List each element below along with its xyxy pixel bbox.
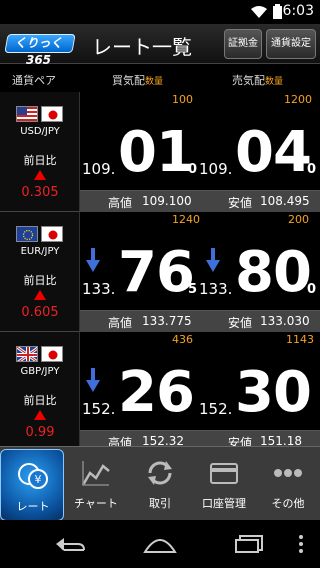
ask-price[interactable]: 30 [235,360,312,425]
quote-cell: 100 1200 109. 01 0 109. 04 0 高値 109.100 … [80,92,320,212]
pair-label: USD/JPY [20,126,60,137]
high-value: 133.775 [142,314,192,328]
margin-button[interactable]: 証拠金 [224,29,262,59]
bid-qty: 100 [172,93,193,106]
ask-price[interactable]: 80 [235,240,312,305]
up-triangle-icon [34,170,46,180]
high-low-bar: 高値 109.100 安値 108.495 [80,190,320,212]
app-logo: くりっく365 [4,34,76,67]
down-arrow-icon [86,368,100,392]
prev-day-change: 0.605 [21,305,59,320]
ask-qty: 200 [288,213,309,226]
high-label: 高値 [108,196,133,210]
tab-label: 口座管理 [202,497,246,510]
high-label: 高値 [108,316,133,330]
low-label: 安値 [228,316,253,330]
tab-label: 取引 [149,497,171,510]
jp-flag-icon [41,226,63,242]
up-triangle-icon [34,410,46,420]
currency-settings-button[interactable]: 通貨設定 [266,29,316,59]
status-time: 16:03 [273,3,314,19]
jp-flag-icon [41,346,63,362]
ask-suffix: 0 [307,162,317,177]
status-bar: 16:03 [0,0,320,24]
android-nav-bar [0,520,320,568]
pair-label: EUR/JPY [20,246,60,257]
ask-qty: 1200 [284,93,312,106]
ask-suffix: 0 [307,282,317,297]
eu-flag-icon [16,226,38,242]
low-value: 108.495 [260,194,310,208]
prev-day-label: 前日比 [23,274,57,287]
tab-account[interactable]: 口座管理 [192,447,256,521]
tab-chart[interactable]: チャート [64,447,128,521]
bid-suffix: 0 [188,162,198,177]
tab-other[interactable]: その他 [256,447,320,521]
app-header: くりっく365 レート一覧 証拠金 通貨設定 [0,24,320,67]
chart-icon [81,461,110,486]
low-value: 133.030 [260,314,310,328]
pair-label: GBP/JPY [20,366,60,377]
rate-row-eurjpy[interactable]: EUR/JPY 前日比 0.605 1240 200 133. 76 5 133… [0,212,320,332]
prev-day-change: 0.305 [21,185,59,200]
back-icon[interactable] [54,534,88,554]
recent-apps-icon[interactable] [234,534,264,554]
home-icon[interactable] [143,534,177,554]
low-label: 安値 [228,196,253,210]
ask-qty: 1143 [286,333,314,346]
bid-price[interactable]: 76 [118,240,195,305]
tab-label: レート [16,500,50,513]
pair-cell: GBP/JPY 前日比 0.99 [0,332,80,452]
ask-prefix: 152. [199,400,233,418]
tab-label: その他 [271,497,305,510]
bid-qty: 1240 [172,213,200,226]
uk-flag-icon [16,346,38,362]
bid-prefix: 133. [82,280,116,298]
ask-price[interactable]: 04 [235,120,312,185]
up-triangle-icon [34,290,46,300]
down-arrow-icon [86,248,100,272]
quote-cell: 436 1143 152. 26 152. 30 高値 152.32 安値 15… [80,332,320,452]
bottom-tab-bar: ¥ レート チャート 取引 口座管理 その他 [0,446,320,521]
yen-coins-icon: ¥ [18,463,48,489]
prev-day-change: 0.99 [25,425,55,440]
prev-day-label: 前日比 [23,394,57,407]
high-low-bar: 高値 133.775 安値 133.030 [80,310,320,332]
bid-suffix: 5 [188,282,198,297]
col-bid: 買気配数量 [112,74,164,87]
jp-flag-icon [41,106,63,122]
ask-prefix: 133. [199,280,233,298]
page-title: レート一覧 [92,35,192,59]
bid-price[interactable]: 26 [118,360,195,425]
col-ask: 売気配数量 [232,74,284,87]
tab-label: チャート [74,497,118,510]
bid-qty: 436 [172,333,193,346]
quote-cell: 1240 200 133. 76 5 133. 80 0 高値 133.775 … [80,212,320,332]
us-flag-icon [16,106,38,122]
more-icon [274,469,302,477]
tab-rate[interactable]: ¥ レート [0,449,64,521]
card-icon [210,463,238,484]
prev-day-label: 前日比 [23,154,57,167]
overflow-menu-icon[interactable] [298,534,304,554]
pair-cell: EUR/JPY 前日比 0.605 [0,212,80,332]
tab-trade[interactable]: 取引 [128,447,192,521]
svg-text:¥: ¥ [35,473,42,486]
column-headers: 通貨ペア 買気配数量 売気配数量 [0,64,320,92]
col-pair: 通貨ペア [12,74,56,87]
bid-price[interactable]: 01 [118,120,195,185]
high-value: 109.100 [142,194,192,208]
refresh-icon [148,461,172,485]
bid-prefix: 152. [82,400,116,418]
pair-cell: USD/JPY 前日比 0.305 [0,92,80,212]
rate-row-gbpjpy[interactable]: GBP/JPY 前日比 0.99 436 1143 152. 26 152. 3… [0,332,320,452]
bid-prefix: 109. [82,160,116,178]
wifi-icon [251,5,267,18]
ask-prefix: 109. [199,160,233,178]
rate-row-usdjpy[interactable]: USD/JPY 前日比 0.305 100 1200 109. 01 0 109… [0,92,320,212]
down-arrow-icon [206,248,220,272]
